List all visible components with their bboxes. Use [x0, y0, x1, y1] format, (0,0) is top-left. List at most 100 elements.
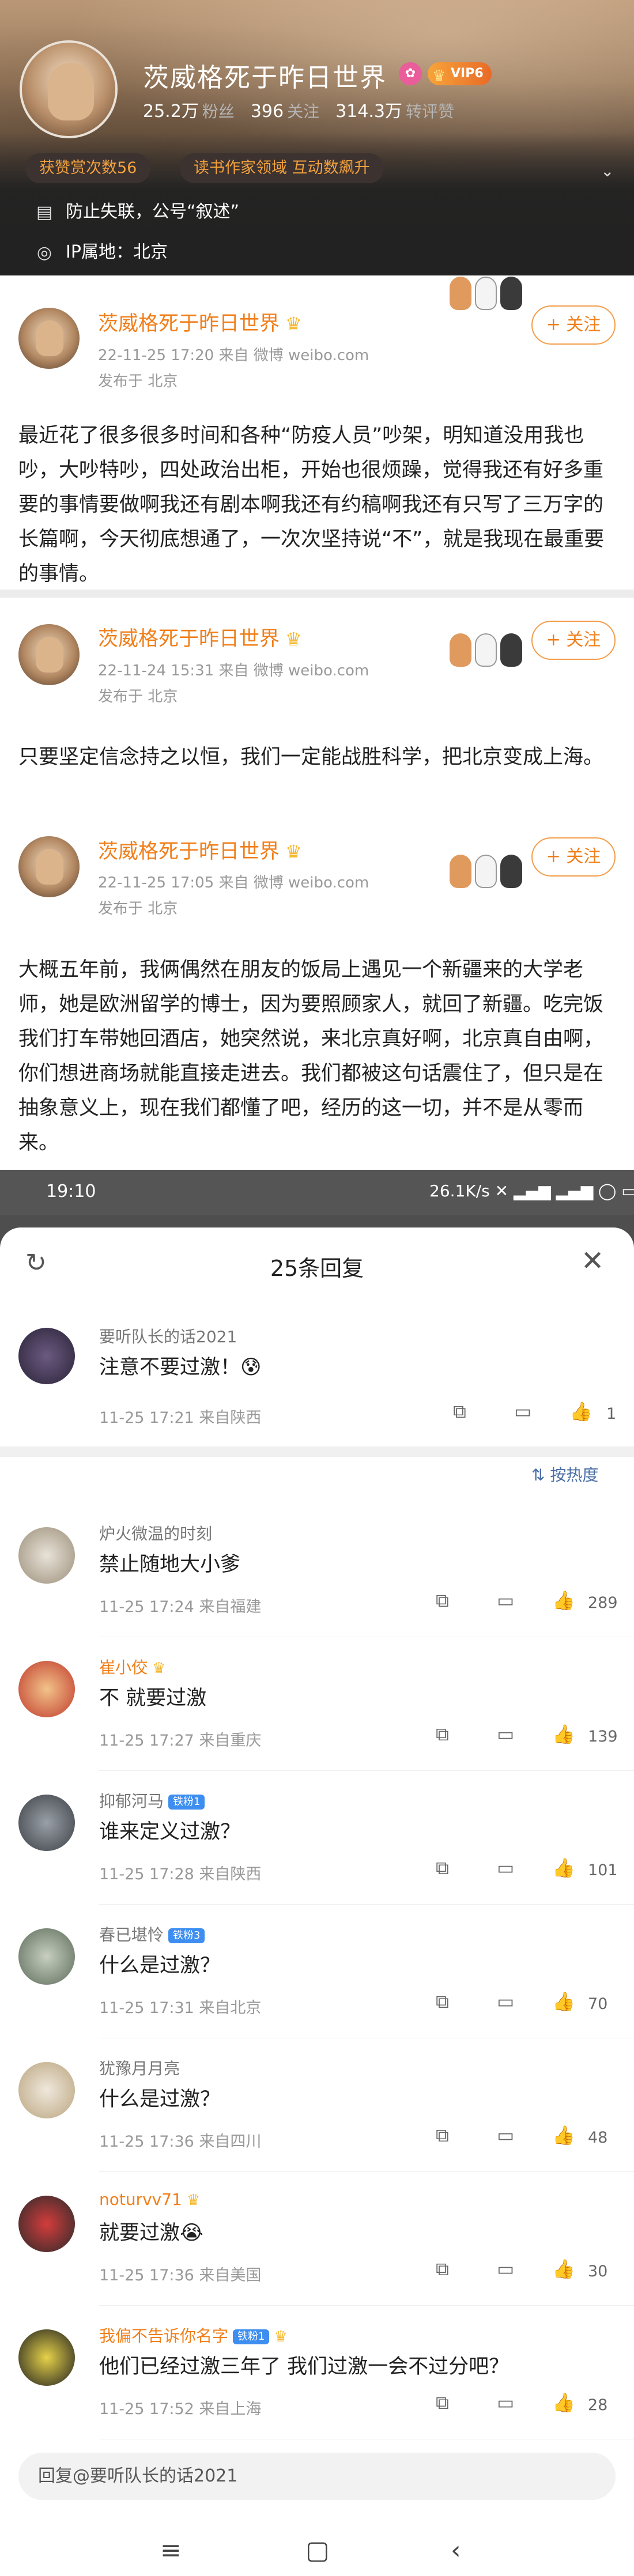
post-location: 发布于 北京	[98, 900, 178, 917]
profile-ip: ◎ IP属地：北京	[33, 241, 168, 264]
share-icon[interactable]: ⧉	[436, 1589, 449, 1612]
profile-bio: ▤ 防止失联，公号“叙述”	[33, 201, 239, 224]
crown-icon: ♛	[432, 67, 446, 85]
crown-icon: ♛	[285, 313, 302, 335]
like-icon[interactable]: 👍	[552, 1589, 575, 1611]
stat-followers[interactable]: 25.2万 粉丝	[143, 97, 235, 122]
menu-icon[interactable]: ≡	[160, 2536, 182, 2565]
reply-input[interactable]: 回复@要听队长的话2021	[18, 2453, 616, 2500]
share-icon[interactable]: ⧉	[436, 1857, 449, 1879]
share-icon[interactable]: ⧉	[453, 1400, 466, 1423]
like-icon[interactable]: 👍	[552, 2124, 575, 2146]
comment-meta: 11-25 17:21 来自陕西	[99, 1409, 262, 1427]
crown-icon: ♛	[285, 841, 302, 863]
like-icon[interactable]: 👍	[552, 2392, 575, 2413]
comment-avatar[interactable]	[18, 2062, 75, 2118]
comment-avatar[interactable]	[18, 1527, 75, 1584]
stat-following[interactable]: 396 关注	[251, 99, 319, 122]
comment-avatar[interactable]	[18, 2196, 75, 2252]
comment-author[interactable]: 炉火微温的时刻	[99, 1521, 212, 1544]
comment-author[interactable]: 春已堪怜 铁粉3	[99, 1922, 205, 1946]
like-count: 1	[606, 1405, 617, 1423]
comment-text: 就要过激😭	[99, 2222, 203, 2245]
comment-icon[interactable]: ▭	[497, 2124, 514, 2146]
status-indicators: 26.1K/s ✕ ▂▄▆ ▂▄▆ ◯ ▭	[429, 1181, 634, 1200]
crown-icon: ♛	[186, 2192, 201, 2209]
comment-author[interactable]: 犹豫月月亮	[99, 2056, 180, 2079]
follow-button[interactable]: + 关注	[531, 305, 616, 345]
tag-field[interactable]: 读书作家领域 互动数飙升	[180, 153, 384, 183]
post-location: 发布于 北京	[98, 688, 178, 705]
comment-icon[interactable]: ▭	[497, 1589, 514, 1611]
like-icon[interactable]: 👍	[552, 2258, 575, 2280]
chevron-down-icon[interactable]: ⌄	[601, 161, 614, 180]
tag-reward-count[interactable]: 获赞赏次数56	[25, 153, 151, 183]
share-icon[interactable]: ⧉	[436, 2124, 449, 2147]
post-author-name[interactable]: 茨威格死于昨日世界 ♛	[98, 307, 302, 337]
profile-header: 茨威格死于昨日世界 ✿ ♛ VIP6 25.2万 粉丝 396 关注 314.3万 转评…	[0, 0, 634, 275]
status-time: 19:10	[46, 1181, 96, 1202]
stat-interactions: 314.3万 转评赞	[335, 101, 454, 122]
location-icon: ◎	[36, 242, 52, 263]
comment-text: 注意不要过激！😰	[99, 1356, 262, 1379]
like-icon[interactable]: 👍	[552, 1723, 575, 1745]
comment-avatar[interactable]	[18, 1661, 75, 1717]
fan-badge: 铁粉1	[233, 2329, 270, 2344]
post-author-name[interactable]: 茨威格死于昨日世界 ♛	[98, 835, 302, 864]
post-author-avatar[interactable]	[18, 836, 80, 897]
paw-decoration	[450, 252, 530, 310]
sort-toggle[interactable]: ⇅ 按热度	[531, 1463, 598, 1486]
comment-text: 他们已经过激三年了 我们过激一会不过分吧？	[99, 2355, 510, 2378]
comment-avatar[interactable]	[18, 1928, 75, 1985]
signal-icon: ✕ ▂▄▆ ▂▄▆ ◯ ▭	[489, 1181, 634, 1200]
post-card: 茨威格死于昨日世界 ♛ 22-11-24 15:31 来自 微博 weibo.co…	[0, 598, 634, 819]
comment-icon[interactable]: ▭	[497, 1723, 514, 1745]
post-author-avatar[interactable]	[18, 624, 80, 685]
comment-text: 不 就要过激	[99, 1687, 207, 1710]
post-text: 只要坚定信念持之以恒，我们一定能战胜科学，把北京变成上海。	[18, 746, 604, 769]
comment-text: 谁来定义过激？	[99, 1820, 241, 1844]
comment-avatar[interactable]	[18, 1328, 75, 1384]
share-icon[interactable]: ⧉	[436, 2392, 449, 2414]
comment-icon[interactable]: ▭	[497, 2258, 514, 2280]
like-count: 289	[588, 1594, 618, 1612]
post-author-avatar[interactable]	[18, 308, 80, 369]
paw-decoration	[450, 830, 530, 888]
comment-author[interactable]: 要听队长的话2021	[99, 1324, 237, 1347]
post-location: 发布于 北京	[98, 373, 178, 390]
sort-icon: ⇅	[531, 1465, 550, 1485]
comment-icon[interactable]: ▭	[514, 1400, 531, 1422]
back-icon[interactable]: ‹	[451, 2536, 461, 2565]
verified-badge-icon: ✿	[399, 62, 422, 85]
comment-avatar[interactable]	[18, 1795, 75, 1851]
crown-icon: ♛	[274, 2328, 288, 2345]
like-icon[interactable]: 👍	[552, 1990, 575, 2012]
vip-badge[interactable]: ♛ VIP6	[428, 62, 492, 85]
like-icon[interactable]: 👍	[569, 1400, 593, 1422]
comment-divider	[99, 1770, 634, 1771]
comment-meta: 11-25 17:31 来自北京	[99, 1999, 262, 2017]
comment-author[interactable]: noturvv71 ♛	[99, 2190, 200, 2209]
comment-author[interactable]: 崔小佼 ♛	[99, 1655, 165, 1678]
comment-meta: 11-25 17:28 来自陕西	[99, 1865, 262, 1883]
comment-avatar[interactable]	[18, 2329, 75, 2386]
share-icon[interactable]: ⧉	[436, 2258, 449, 2280]
comment-icon[interactable]: ▭	[497, 1990, 514, 2012]
profile-stats: 25.2万 粉丝 396 关注 314.3万 转评赞	[143, 97, 454, 122]
fan-badge: 铁粉1	[168, 1795, 205, 1810]
comment-author[interactable]: 我偏不告诉你名字 铁粉1 ♛	[99, 2324, 288, 2347]
comment-icon[interactable]: ▭	[497, 2392, 514, 2413]
system-navbar: ≡ ▢ ‹	[0, 2530, 634, 2576]
comment-icon[interactable]: ▭	[497, 1857, 514, 1879]
close-icon[interactable]: ✕	[581, 1245, 604, 1277]
like-icon[interactable]: 👍	[552, 1857, 575, 1879]
share-icon[interactable]: ⧉	[436, 1990, 449, 2013]
post-meta: 22-11-25 17:20 来自 微博 weibo.com	[98, 347, 369, 364]
comment-author[interactable]: 抑郁河马 铁粉1	[99, 1789, 205, 1812]
follow-button[interactable]: + 关注	[531, 621, 616, 660]
home-icon[interactable]: ▢	[305, 2536, 330, 2565]
share-icon[interactable]: ⧉	[436, 1723, 449, 1746]
profile-avatar[interactable]	[20, 40, 118, 138]
follow-button[interactable]: + 关注	[531, 837, 616, 877]
post-author-name[interactable]: 茨威格死于昨日世界 ♛	[98, 622, 302, 652]
